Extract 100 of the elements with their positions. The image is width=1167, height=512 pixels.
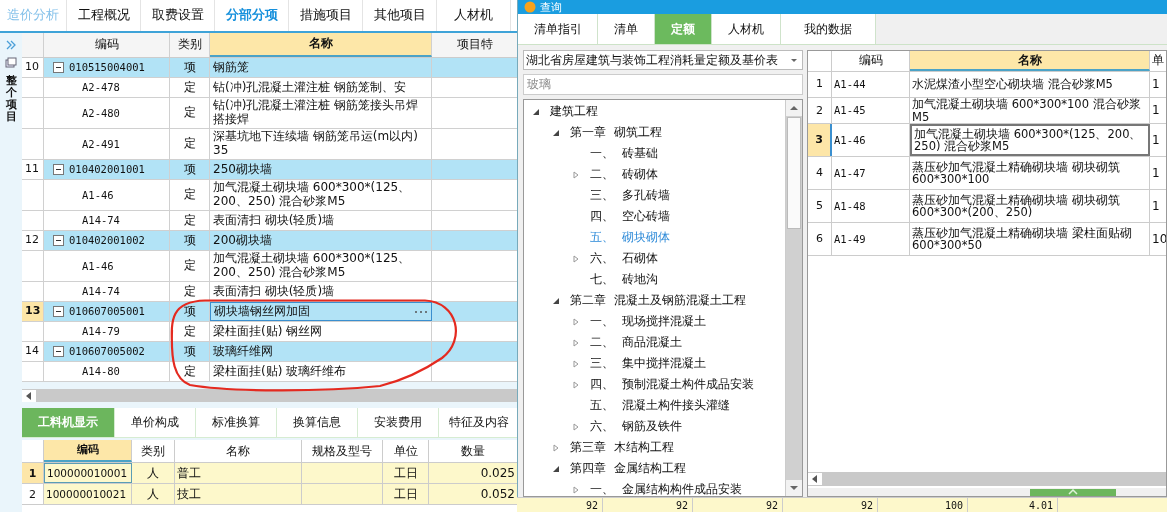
library-dropdown[interactable]: 湖北省房屋建筑与装饰工程消耗量定额及基价表 <box>523 50 803 70</box>
row-number: 1 <box>808 72 832 97</box>
tree-item[interactable]: 二、 砖砌体 <box>590 166 658 183</box>
expand-icon[interactable] <box>572 254 580 263</box>
expand-icon[interactable] <box>552 443 560 452</box>
nav-tab[interactable]: 分部分项 <box>215 0 289 31</box>
table-cell: 92 <box>783 498 878 512</box>
horizontal-scrollbar[interactable] <box>808 472 1166 486</box>
tree-item[interactable]: 一、 现场搅拌混凝土 <box>590 313 706 330</box>
expand-icon[interactable] <box>572 317 580 326</box>
table-cell: A14-74 <box>82 285 120 298</box>
table-row[interactable]: 14 010607005002 项 玻璃纤维网 <box>22 342 517 362</box>
table-cell: 100000010021 <box>44 484 132 504</box>
expand-icon[interactable] <box>572 170 580 179</box>
tree-item[interactable]: 第四章 金属结构工程 <box>570 460 686 477</box>
tree-item[interactable]: 五、 混凝土构件接头灌缝 <box>590 397 730 414</box>
dialog-tab[interactable]: 我的数据 <box>781 14 876 44</box>
more-icon[interactable] <box>414 309 428 314</box>
tree-item[interactable]: 七、 砖地沟 <box>590 271 658 288</box>
table-cell: 92 <box>693 498 783 512</box>
collapse-icon[interactable] <box>53 164 64 175</box>
table-cell: 010607005002 <box>69 345 145 358</box>
tree-item[interactable]: 五、 砌块砌体 <box>590 229 670 246</box>
collapse-icon[interactable] <box>53 62 64 73</box>
table-row[interactable]: 12 010402001002 项 200砌块墙 <box>22 231 517 251</box>
expand-icon[interactable] <box>572 338 580 347</box>
collapse-handle[interactable] <box>1030 489 1116 496</box>
search-field[interactable]: 玻璃 <box>523 74 803 95</box>
tree-item[interactable]: 第三章 木结构工程 <box>570 439 674 456</box>
expand-icon[interactable] <box>572 485 580 494</box>
collapse-icon[interactable] <box>53 306 64 317</box>
nav-tab[interactable]: 人材机 <box>437 0 511 31</box>
document-icon[interactable] <box>5 57 17 69</box>
table-cell: 水泥煤渣小型空心砌块墙 混合砂浆M5 <box>912 78 1113 91</box>
tree-item[interactable]: 六、 钢筋及铁件 <box>590 418 682 435</box>
table-cell: 250砌块墙 <box>213 162 272 177</box>
expanded-icon[interactable] <box>552 296 560 305</box>
collapse-icon[interactable] <box>53 346 64 357</box>
table-cell: 92 <box>603 498 693 512</box>
table-row[interactable]: 1 100000010001 人 普工 工日 0.025 <box>22 463 517 484</box>
table-cell: 定 <box>170 251 210 281</box>
table-row[interactable]: 10 010515004001 项 钢筋笼 <box>22 58 517 78</box>
nav-tab[interactable]: 措施项目 <box>289 0 363 31</box>
table-row[interactable]: 13 010607005001 项 砌块墙钢丝网加固 <box>22 302 517 322</box>
table-cell: A14-74 <box>82 214 120 227</box>
table-cell: A14-79 <box>82 325 120 338</box>
table-cell: A1-45 <box>834 104 866 117</box>
table-cell: 定 <box>170 98 210 128</box>
table-cell: 表面清扫 砌块(轻质)墙 <box>213 213 335 228</box>
table-row[interactable]: 11 010402001001 项 250砌块墙 <box>22 160 517 180</box>
expand-icon[interactable] <box>5 39 17 51</box>
table-cell: 普工 <box>175 463 302 483</box>
tree-item[interactable]: 四、 预制混凝土构件成品安装 <box>590 376 754 393</box>
collapse-icon[interactable] <box>53 235 64 246</box>
table-row[interactable]: 2 100000010021 人 技工 工日 0.052 <box>22 484 517 505</box>
tree-item[interactable]: 第一章 砌筑工程 <box>570 124 662 141</box>
table-cell-text: 蒸压砂加气混凝土精确砌块墙 砌块砌筑 600*300*100 <box>912 160 1121 186</box>
table-cell: 92 <box>517 498 603 512</box>
tree-item[interactable]: 一、 砖基础 <box>590 145 658 162</box>
column-header: 类别 <box>132 440 175 462</box>
expand-icon[interactable] <box>572 422 580 431</box>
dialog-tab[interactable]: 清单指引 <box>518 14 598 44</box>
expand-icon[interactable] <box>572 380 580 389</box>
table-cell-text: 0.025 <box>479 465 516 482</box>
expanded-icon[interactable] <box>552 128 560 137</box>
panel-tab[interactable]: 安装费用 <box>358 408 439 438</box>
vertical-scrollbar[interactable] <box>785 100 802 496</box>
dialog-tab[interactable]: 人材机 <box>712 14 781 44</box>
tree-item[interactable]: 三、 多孔砖墙 <box>590 187 670 204</box>
table-cell: 玻璃纤维网 <box>213 344 273 359</box>
expanded-icon[interactable] <box>552 464 560 473</box>
row-number: 3 <box>808 124 832 157</box>
tree-item[interactable]: 三、 集中搅拌混凝土 <box>590 355 706 372</box>
tree-item[interactable]: 二、 商品混凝土 <box>590 334 682 351</box>
table-cell: 项 <box>170 160 210 179</box>
tree-item[interactable]: 第二章 混凝土及钢筋混凝土工程 <box>570 292 746 309</box>
tree-item[interactable]: 四、 空心砖墙 <box>590 208 670 225</box>
table-cell: 1 <box>1152 166 1160 180</box>
dialog-tab[interactable]: 清单 <box>598 14 655 44</box>
scroll-thumb[interactable] <box>787 117 801 229</box>
expand-icon[interactable] <box>572 359 580 368</box>
table-cell: A14-80 <box>82 365 120 378</box>
row-number: 5 <box>808 190 832 223</box>
table-cell: 项 <box>170 231 210 250</box>
nav-tab[interactable]: 取费设置 <box>141 0 215 31</box>
panel-tab[interactable]: 单价构成 <box>115 408 196 438</box>
nav-tab[interactable]: 其他项目 <box>363 0 437 31</box>
nav-tab[interactable]: 工程概况 <box>67 0 141 31</box>
horizontal-scrollbar[interactable] <box>22 389 517 402</box>
tree-item[interactable]: 建筑工程 <box>550 103 598 120</box>
side-label[interactable]: 整个项目 <box>5 75 17 124</box>
table-cell-text: 加气混凝土砌块墙 600*300*(125、200、250) 混合砂浆M5 <box>914 127 1143 153</box>
expanded-icon[interactable] <box>532 107 540 116</box>
tree-item[interactable]: 六、 石砌体 <box>590 250 658 267</box>
table-cell: 1 <box>1152 104 1160 118</box>
app-logo-icon <box>524 1 536 13</box>
panel-tab[interactable]: 标准换算 <box>196 408 277 438</box>
tree-item[interactable]: 一、 金属结构构件成品安装 <box>590 481 742 496</box>
table-cell: 人 <box>132 463 175 483</box>
panel-tab[interactable]: 换算信息 <box>277 408 358 438</box>
